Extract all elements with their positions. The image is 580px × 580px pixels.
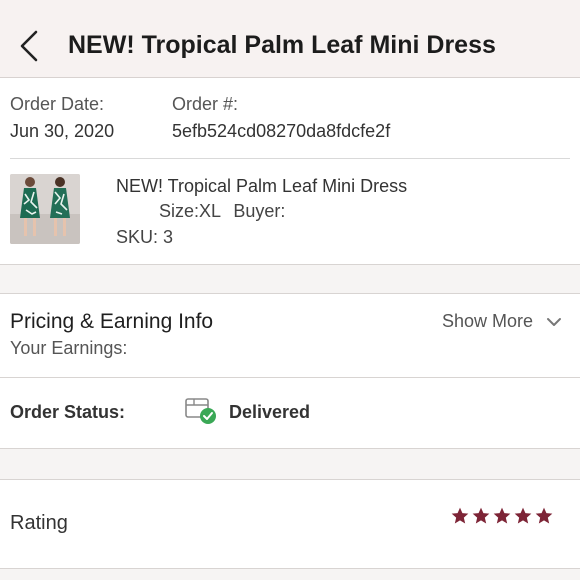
item-sku: SKU: 3: [116, 227, 174, 247]
star-icon: [451, 507, 469, 524]
show-more-button[interactable]: Show More: [442, 311, 562, 332]
earnings-label: Your Earnings:: [10, 338, 128, 358]
rating-label: Rating: [10, 512, 68, 534]
divider: [0, 479, 580, 480]
redacted-buyer: [290, 206, 391, 219]
order-status-value: Delivered: [229, 402, 311, 422]
order-date-label: Order Date:: [10, 94, 105, 114]
star-icon: [472, 507, 490, 524]
divider: [0, 293, 580, 294]
order-date-block: Order Date: Jun 30, 2020: [10, 92, 114, 144]
order-number-block: Order #: 5efb524cd08270da8fdcfe2f: [172, 92, 390, 144]
show-more-label: Show More: [441, 311, 533, 331]
section-spacer: [0, 449, 580, 479]
order-status-label: Order Status:: [10, 402, 126, 422]
pricing-title: Pricing & Earning Info: [10, 310, 214, 333]
order-date-value: Jun 30, 2020: [10, 121, 115, 141]
item-size-buyer: Size:XL Buyer:: [116, 198, 407, 224]
section-spacer: [0, 265, 580, 293]
item-title: NEW! Tropical Palm Leaf Mini Dress: [116, 176, 408, 196]
page-title: NEW! Tropical Palm Leaf Mini Dress: [68, 31, 496, 59]
rating-stars: [450, 506, 554, 526]
star-icon: [535, 507, 553, 524]
star-icon: [514, 507, 532, 524]
redacted-earnings: [132, 343, 225, 356]
delivered-box-icon: [185, 398, 216, 424]
earnings-row: Your Earnings:: [10, 338, 225, 359]
buyer-label: Buyer:: [233, 201, 286, 221]
divider: [0, 377, 580, 378]
star-icon: [493, 507, 511, 524]
header-bar: NEW! Tropical Palm Leaf Mini Dress: [0, 0, 580, 78]
chevron-down-icon: [547, 318, 561, 327]
back-icon[interactable]: [14, 26, 44, 66]
product-thumbnail[interactable]: [10, 174, 80, 244]
dress-photo-icon: [10, 174, 80, 244]
redacted-price: [116, 206, 154, 219]
divider: [10, 158, 570, 159]
item-size: Size:XL: [159, 201, 221, 221]
item-details: NEW! Tropical Palm Leaf Mini Dress Size:…: [116, 174, 407, 250]
section-spacer: [0, 569, 580, 580]
order-number-label: Order #:: [172, 94, 239, 114]
order-number-value: 5efb524cd08270da8fdcfe2f: [172, 121, 391, 141]
